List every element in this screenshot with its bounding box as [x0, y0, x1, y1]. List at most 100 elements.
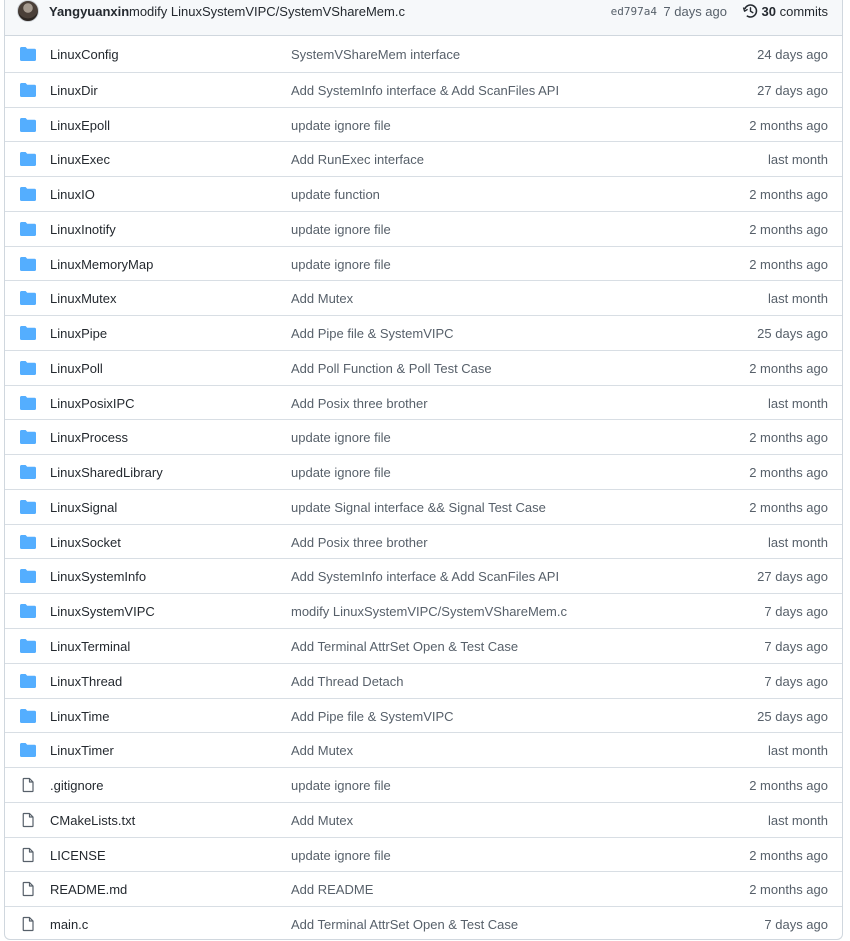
file-commit-age: 7 days ago [764, 917, 828, 933]
file-commit-message-link[interactable]: Add README [291, 882, 373, 897]
file-name-link[interactable]: LinuxTerminal [50, 639, 130, 654]
file-name-link[interactable]: LinuxPipe [50, 326, 107, 341]
file-row[interactable]: README.md Add README 2 months ago [5, 871, 842, 906]
file-commit-message-link[interactable]: update Signal interface && Signal Test C… [291, 500, 546, 515]
folder-icon [20, 326, 36, 341]
file-name-link[interactable]: LinuxSystemVIPC [50, 604, 155, 619]
file-row[interactable]: LinuxPosixIPC Add Posix three brother last… [5, 384, 842, 420]
file-name-link[interactable]: LinuxTime [50, 709, 109, 724]
file-name-link[interactable]: LinuxTimer [50, 743, 114, 758]
file-commit-message-link[interactable]: update ignore file [291, 257, 391, 272]
folder-icon [20, 569, 36, 584]
latest-commit-message[interactable]: modify LinuxSystemVIPC/SystemVShareMem.c [129, 4, 405, 19]
file-name-link[interactable]: LinuxConfig [50, 47, 119, 62]
file-commit-message-link[interactable]: SystemVShareMem interface [291, 47, 460, 62]
file-name-link[interactable]: LinuxSharedLibrary [50, 465, 163, 480]
file-commit-message-link[interactable]: Add Posix three brother [291, 396, 428, 411]
file-name-link[interactable]: .gitignore [50, 778, 103, 793]
file-name-link[interactable]: LinuxThread [50, 674, 122, 689]
commits-link[interactable]: 30 commits [742, 4, 828, 19]
file-commit-message-link[interactable]: Add Pipe file & SystemVIPC [291, 709, 454, 724]
file-commit-age: 2 months ago [749, 117, 828, 133]
file-row[interactable]: LinuxInotify update ignore file 2 months a… [5, 210, 842, 246]
file-commit-message-link[interactable]: update ignore file [291, 465, 391, 480]
file-row[interactable]: main.c Add Terminal AttrSet Open & Test C… [5, 906, 842, 941]
file-commit-message-link[interactable]: update ignore file [291, 848, 391, 863]
file-row[interactable]: LinuxPoll Add Poll Function & Poll Test C… [5, 349, 842, 385]
file-row[interactable]: LinuxSharedLibrary update ignore file 2 mo… [5, 454, 842, 489]
folder-icon [20, 708, 36, 723]
file-commit-message-link[interactable]: Add Mutex [291, 813, 353, 828]
file-row[interactable]: LinuxTerminal Add Terminal AttrSet Open &… [5, 628, 842, 663]
file-commit-age: 25 days ago [757, 326, 828, 342]
file-commit-message-link[interactable]: Add Thread Detach [291, 674, 404, 689]
file-row[interactable]: LinuxSocket Add Posix three brother last m… [5, 523, 842, 559]
file-row[interactable]: LinuxProcess update ignore file 2 months a… [5, 419, 842, 454]
file-name-link[interactable]: LinuxSystemInfo [50, 569, 146, 584]
file-commit-age: 27 days ago [757, 569, 828, 585]
file-commit-message-link[interactable]: Add Posix three brother [291, 535, 428, 550]
file-commit-message-link[interactable]: update function [291, 187, 380, 202]
file-row[interactable]: LinuxSystemVIPC modify LinuxSystemVIPC/Sy… [5, 593, 842, 628]
file-commit-message-link[interactable]: Add SystemInfo interface & Add ScanFiles… [291, 83, 559, 98]
file-row[interactable]: LinuxSystemInfo Add SystemInfo interface … [5, 558, 842, 593]
file-commit-message-link[interactable]: update ignore file [291, 430, 391, 445]
file-commit-message-link[interactable]: update ignore file [291, 118, 391, 133]
file-row[interactable]: LinuxPipe Add Pipe file & SystemVIPC 25 da… [5, 315, 842, 350]
file-row[interactable]: LinuxDir Add SystemInfo interface & Add S… [5, 71, 842, 107]
file-name-link[interactable]: LinuxIO [50, 187, 95, 202]
avatar[interactable] [17, 0, 39, 22]
file-row[interactable]: CMakeLists.txt Add Mutex last month [5, 801, 842, 837]
file-name-link[interactable]: LinuxPosixIPC [50, 396, 135, 411]
file-name-link[interactable]: LinuxDir [50, 83, 98, 98]
file-commit-message-link[interactable]: Add Mutex [291, 743, 353, 758]
file-name-link[interactable]: LinuxInotify [50, 222, 116, 237]
file-commit-message-link[interactable]: update ignore file [291, 778, 391, 793]
file-name-link[interactable]: LinuxSocket [50, 535, 121, 550]
file-row[interactable]: LinuxTimer Add Mutex last month [5, 732, 842, 767]
file-commit-age: 2 months ago [749, 256, 828, 272]
file-commit-message-link[interactable]: modify LinuxSystemVIPC/SystemVShareMem.c [291, 604, 567, 619]
file-commit-message-link[interactable]: Add Mutex [291, 291, 353, 306]
commit-author[interactable]: Yangyuanxin [49, 4, 129, 19]
file-name-link[interactable]: CMakeLists.txt [50, 813, 135, 828]
file-commit-message-link[interactable]: Add RunExec interface [291, 152, 424, 167]
file-name-link[interactable]: LinuxPoll [50, 361, 103, 376]
folder-icon [20, 256, 36, 271]
file-commit-message-link[interactable]: update ignore file [291, 222, 391, 237]
file-row[interactable]: LinuxSignal update Signal interface && Si… [5, 488, 842, 524]
file-row[interactable]: LinuxTime Add Pipe file & SystemVIPC 25 da… [5, 697, 842, 733]
folder-icon [20, 465, 36, 480]
latest-commit-bar: Yangyuanxin modify LinuxSystemVIPC/Syste… [5, 0, 842, 36]
file-row[interactable]: LinuxEpoll update ignore file 2 months ago [5, 106, 842, 142]
file-name-link[interactable]: LinuxExec [50, 152, 110, 167]
file-row[interactable]: LICENSE update ignore file 2 months ago [5, 836, 842, 872]
file-row[interactable]: .gitignore update ignore file 2 months ago [5, 767, 842, 802]
folder-icon [20, 604, 36, 619]
file-row[interactable]: LinuxConfig SystemVShareMem interface 24 d… [5, 37, 842, 72]
file-commit-message-link[interactable]: Add Pipe file & SystemVIPC [291, 326, 454, 341]
file-name-link[interactable]: LinuxEpoll [50, 118, 110, 133]
file-name-link[interactable]: main.c [50, 917, 88, 932]
file-commit-age: last month [768, 534, 828, 550]
file-row[interactable]: LinuxThread Add Thread Detach 7 days ago [5, 662, 842, 698]
file-name-link[interactable]: LinuxMemoryMap [50, 257, 153, 272]
folder-icon [20, 117, 36, 132]
file-name-link[interactable]: README.md [50, 882, 127, 897]
file-commit-message-link[interactable]: Add SystemInfo interface & Add ScanFiles… [291, 569, 559, 584]
file-commit-age: 2 months ago [749, 221, 828, 237]
file-name-link[interactable]: LinuxMutex [50, 291, 116, 306]
commit-sha[interactable]: ed797a4 [611, 5, 657, 18]
file-row[interactable]: LinuxMemoryMap update ignore file 2 months… [5, 245, 842, 281]
file-commit-age: 2 months ago [749, 187, 828, 203]
file-name-link[interactable]: LICENSE [50, 848, 106, 863]
file-name-link[interactable]: LinuxSignal [50, 500, 117, 515]
file-row[interactable]: LinuxExec Add RunExec interface last month [5, 141, 842, 176]
file-commit-message-link[interactable]: Add Poll Function & Poll Test Case [291, 361, 492, 376]
file-commit-message-link[interactable]: Add Terminal AttrSet Open & Test Case [291, 917, 518, 932]
file-row[interactable]: LinuxMutex Add Mutex last month [5, 280, 842, 315]
file-commit-age: last month [768, 743, 828, 759]
file-commit-message-link[interactable]: Add Terminal AttrSet Open & Test Case [291, 639, 518, 654]
file-name-link[interactable]: LinuxProcess [50, 430, 128, 445]
file-row[interactable]: LinuxIO update function 2 months ago [5, 176, 842, 211]
